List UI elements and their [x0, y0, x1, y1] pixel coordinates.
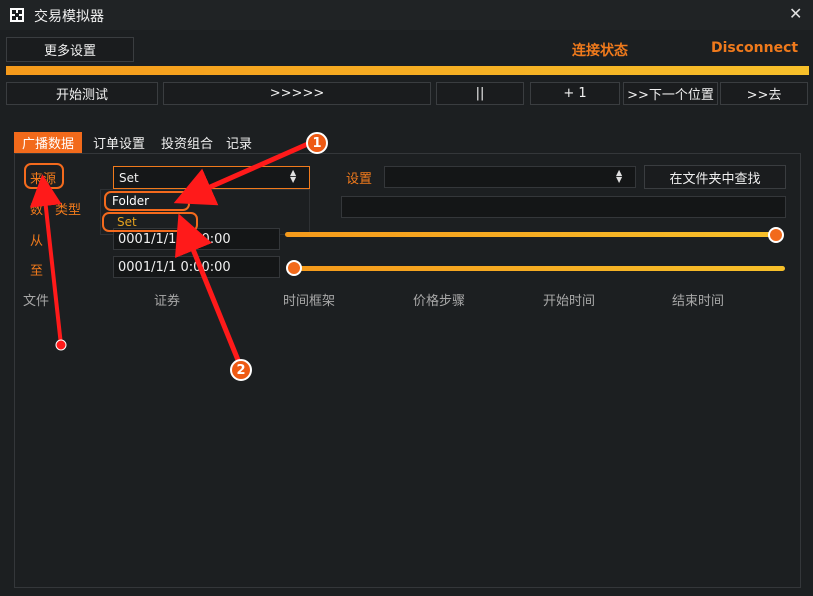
annotation-badge-1: 1: [306, 132, 328, 154]
annotation-arrows: [29, 140, 313, 368]
annotation-badge-2: 2: [230, 359, 252, 381]
